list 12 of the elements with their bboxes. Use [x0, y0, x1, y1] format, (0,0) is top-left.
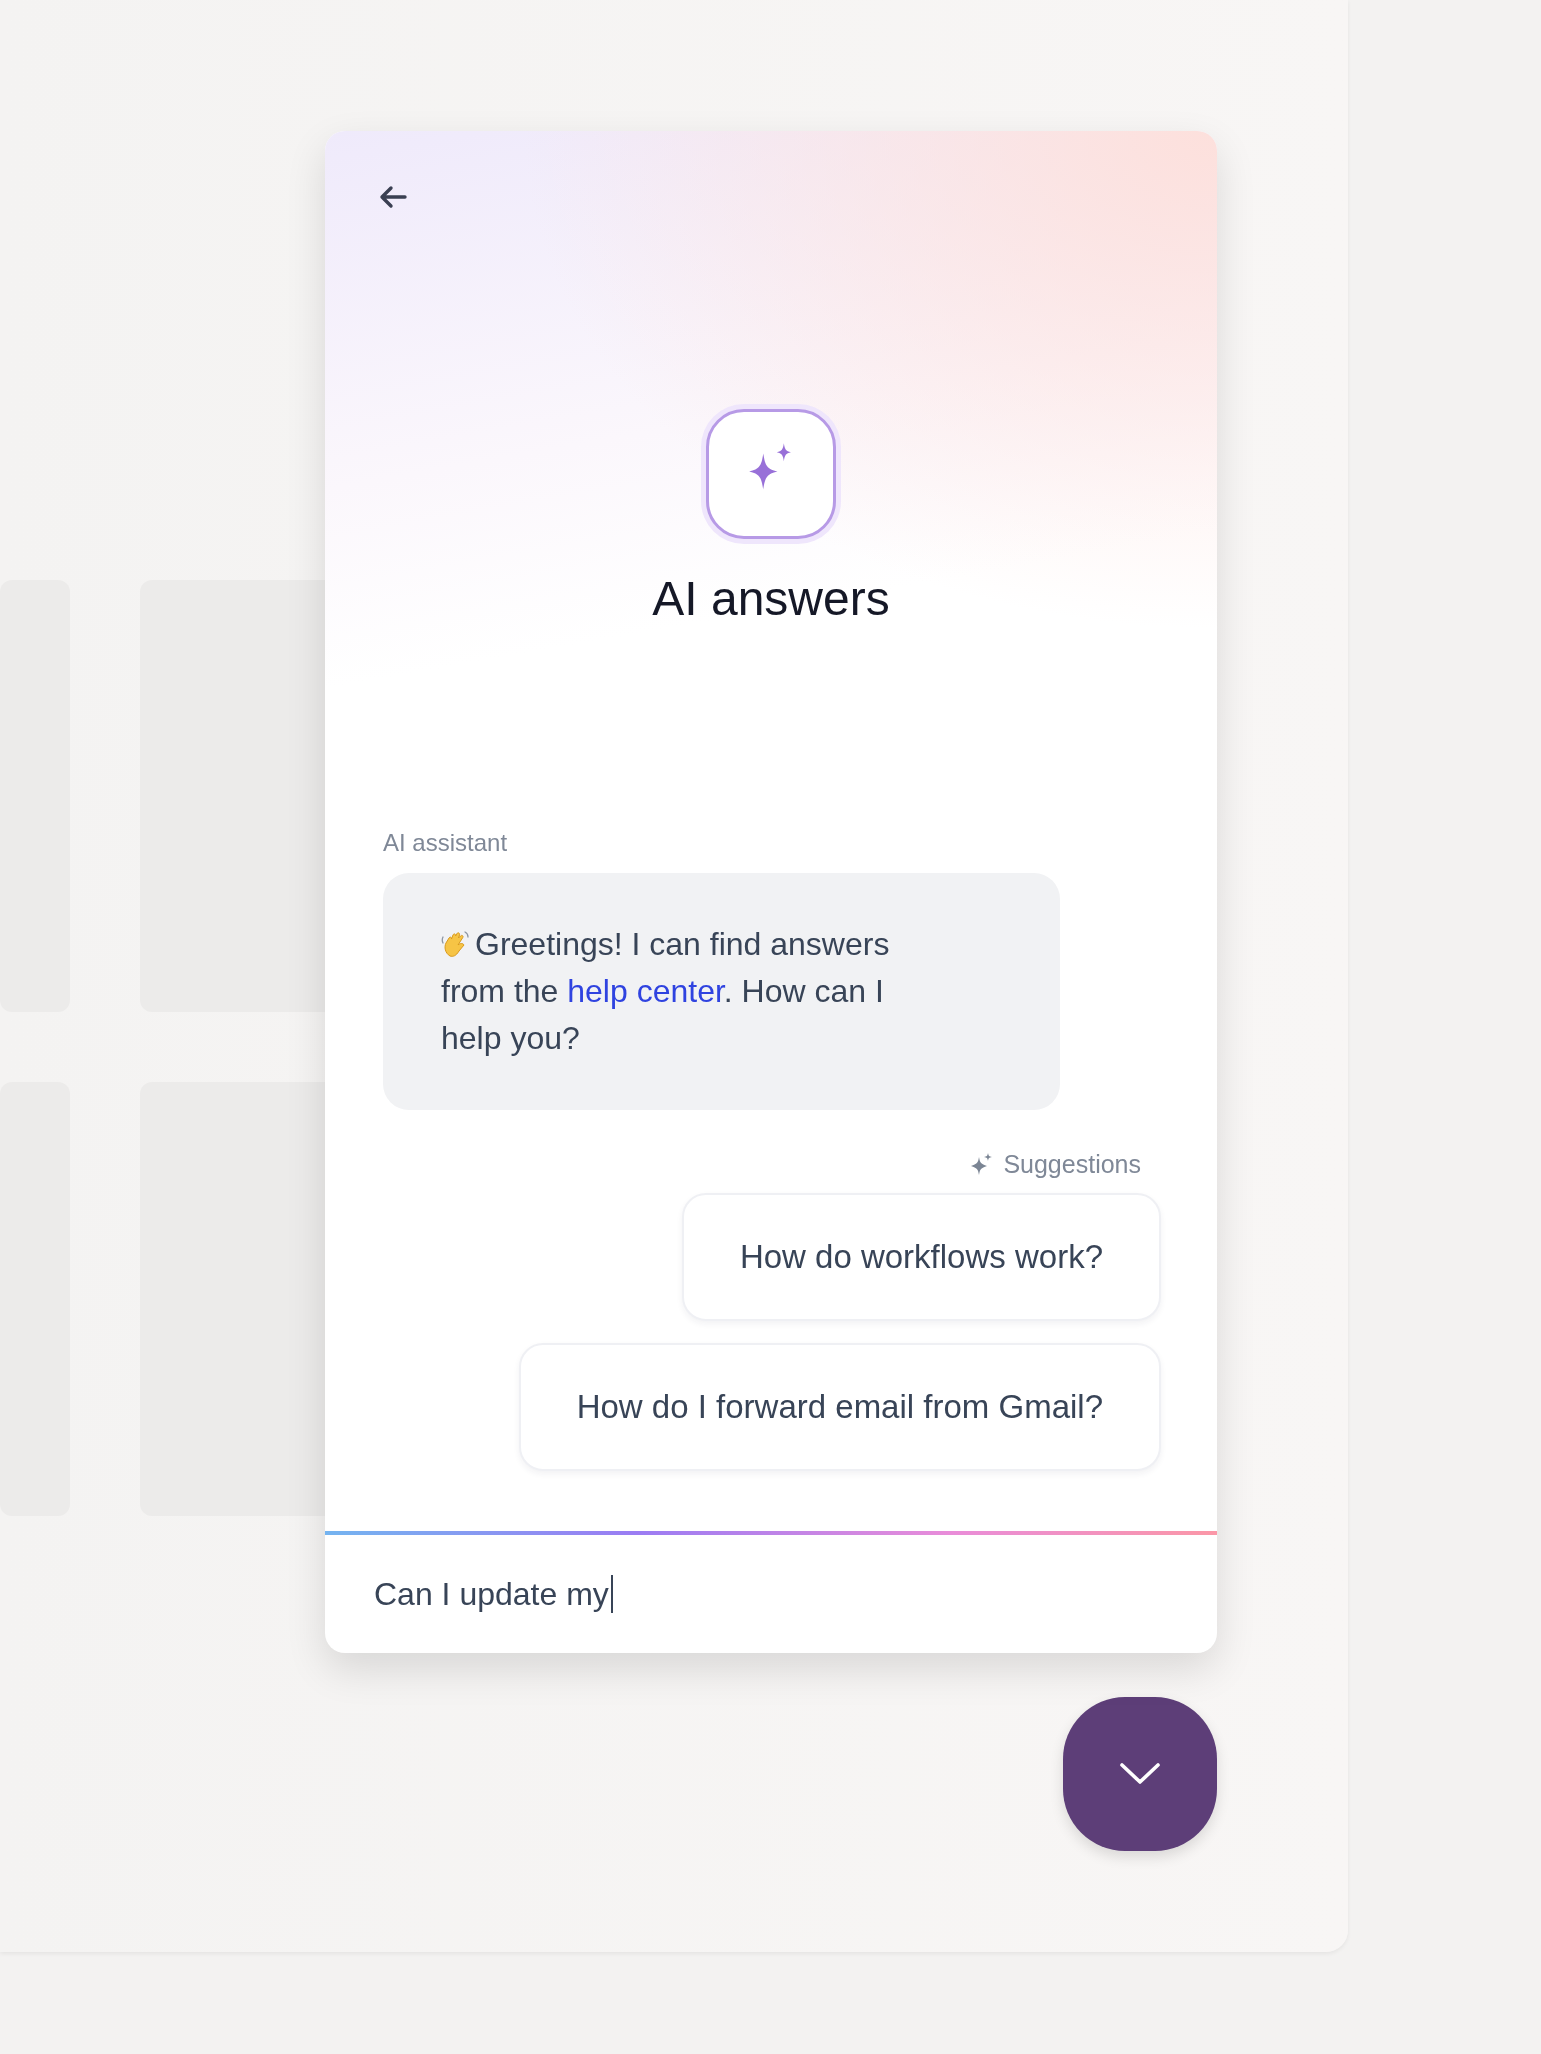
message-input[interactable]: Can I update my: [325, 1535, 1217, 1653]
help-center-link[interactable]: help center: [567, 973, 724, 1009]
sender-label: AI assistant: [383, 829, 509, 857]
suggestion-chip[interactable]: How do I forward email from Gmail?: [518, 1343, 1161, 1471]
suggestions-label: Suggestions: [1003, 1150, 1141, 1179]
chevron-down-icon: [1118, 1761, 1162, 1787]
panel-title: AI answers: [652, 571, 890, 626]
suggestion-chip[interactable]: How do workflows work?: [681, 1193, 1161, 1321]
back-arrow-icon: [379, 185, 407, 209]
waving-hand-icon: [441, 929, 471, 959]
message-text: Greetings! I can find answers from the help center. How can I help you?: [441, 925, 891, 1058]
collapse-button[interactable]: [1063, 1697, 1217, 1851]
